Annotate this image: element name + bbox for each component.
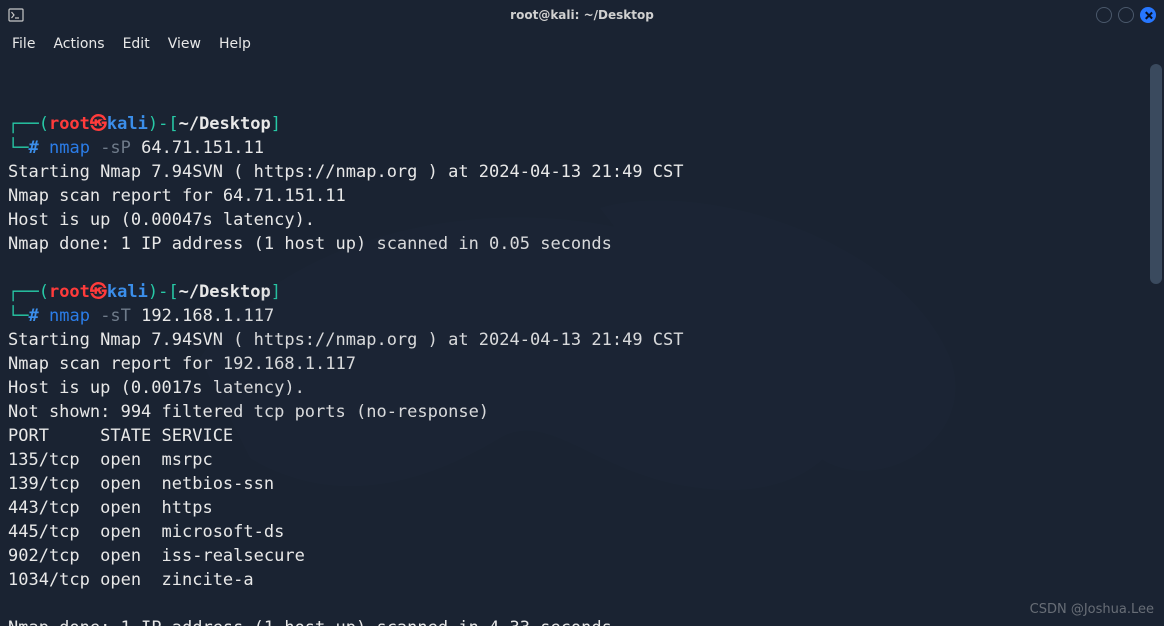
prompt-decoration: ┌──( (8, 114, 49, 134)
menu-actions[interactable]: Actions (53, 36, 104, 52)
terminal-output: ┌──(root㉿kali)-[~/Desktop] └─# nmap -sP … (8, 112, 1156, 626)
prompt-decoration: ] (271, 282, 281, 302)
output-line: Nmap scan report for 192.168.1.117 (8, 354, 356, 374)
scrollbar[interactable] (1150, 64, 1162, 620)
prompt-user: root (49, 282, 90, 302)
maximize-button[interactable] (1118, 7, 1134, 23)
titlebar: root@kali: ~/Desktop (0, 0, 1164, 30)
skull-icon: ㉿ (90, 114, 107, 134)
prompt-decoration: -[ (158, 282, 178, 302)
menu-help[interactable]: Help (219, 36, 251, 52)
prompt-decoration: ) (148, 114, 158, 134)
skull-icon: ㉿ (90, 282, 107, 302)
port-row: 445/tcp open microsoft-ds (8, 522, 284, 542)
prompt-decoration: └─ (8, 138, 28, 158)
cmd-flag: -sT (100, 306, 131, 326)
prompt-path: ~/Desktop (179, 114, 271, 134)
prompt-user: root (49, 114, 90, 134)
window-title: root@kali: ~/Desktop (0, 8, 1164, 22)
output-line: Not shown: 994 filtered tcp ports (no-re… (8, 402, 489, 422)
output-line: Nmap scan report for 64.71.151.11 (8, 186, 346, 206)
prompt-decoration: -[ (158, 114, 178, 134)
prompt-decoration: ┌──( (8, 282, 49, 302)
output-line: Nmap done: 1 IP address (1 host up) scan… (8, 234, 612, 254)
minimize-button[interactable] (1096, 7, 1112, 23)
cmd-flag: -sP (100, 138, 131, 158)
output-line: Starting Nmap 7.94SVN ( https://nmap.org… (8, 162, 684, 182)
terminal-body[interactable]: ┌──(root㉿kali)-[~/Desktop] └─# nmap -sP … (0, 58, 1164, 626)
scrollbar-thumb[interactable] (1150, 64, 1162, 284)
menu-edit[interactable]: Edit (123, 36, 150, 52)
terminal-window: root@kali: ~/Desktop File Actions Edit V… (0, 0, 1164, 626)
port-row: 1034/tcp open zincite-a (8, 570, 254, 590)
output-line: Starting Nmap 7.94SVN ( https://nmap.org… (8, 330, 684, 350)
output-line: Host is up (0.0017s latency). (8, 378, 305, 398)
port-row: 443/tcp open https (8, 498, 213, 518)
cmd-arg: 64.71.151.11 (141, 138, 264, 158)
port-row: 902/tcp open iss-realsecure (8, 546, 305, 566)
terminal-app-icon (8, 7, 24, 23)
port-row: 135/tcp open msrpc (8, 450, 213, 470)
menu-view[interactable]: View (168, 36, 201, 52)
close-button[interactable] (1140, 7, 1156, 23)
menu-file[interactable]: File (12, 36, 35, 52)
window-controls (1096, 7, 1156, 23)
prompt-decoration: ] (271, 114, 281, 134)
prompt-decoration: └─ (8, 306, 28, 326)
output-line: Nmap done: 1 IP address (1 host up) scan… (8, 618, 612, 626)
menubar: File Actions Edit View Help (0, 30, 1164, 58)
prompt-hash: # (28, 138, 38, 158)
cmd-binary: nmap (49, 138, 90, 158)
prompt-host: kali (107, 114, 148, 134)
output-line: Host is up (0.00047s latency). (8, 210, 315, 230)
prompt-path: ~/Desktop (179, 282, 271, 302)
watermark: CSDN @Joshua.Lee (1030, 598, 1154, 622)
prompt-host: kali (107, 282, 148, 302)
port-table-header: PORT STATE SERVICE (8, 426, 233, 446)
prompt-hash: # (28, 306, 38, 326)
cmd-arg: 192.168.1.117 (141, 306, 274, 326)
cmd-binary: nmap (49, 306, 90, 326)
port-row: 139/tcp open netbios-ssn (8, 474, 274, 494)
prompt-decoration: ) (148, 282, 158, 302)
